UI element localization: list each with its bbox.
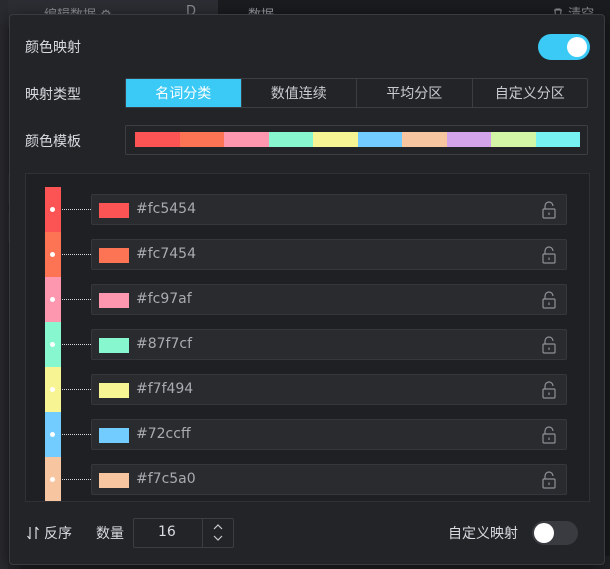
mapping-type-continuous[interactable]: 数值连续 [240, 79, 357, 107]
color-swatch[interactable] [99, 383, 129, 398]
stack-handle-dot[interactable] [50, 477, 55, 482]
chevron-up-icon[interactable] [213, 523, 223, 530]
custom-mapping-toggle[interactable] [532, 521, 578, 545]
lock-icon[interactable] [541, 336, 557, 354]
mapping-type-label: 映射类型 [25, 87, 81, 103]
color-row[interactable]: #f7c5a0 [91, 464, 567, 495]
mapping-type-equal-partition[interactable]: 平均分区 [356, 79, 472, 107]
color-hex-value[interactable]: #72ccff [136, 426, 191, 442]
bottom-toolbar: 反序 数量 16 自定义映射 [10, 515, 604, 555]
toggle-knob [567, 37, 587, 57]
background-separator [0, 0, 8, 569]
color-row[interactable]: #fc7454 [91, 239, 567, 270]
color-mapping-label: 颜色映射 [25, 40, 81, 56]
color-hex-value[interactable]: #f7c5a0 [136, 471, 196, 487]
connector-line [62, 389, 91, 390]
color-hex-value[interactable]: #f7f494 [136, 381, 193, 397]
lock-icon[interactable] [541, 381, 557, 399]
template-color-chip [402, 132, 447, 147]
color-row[interactable]: #72ccff [91, 419, 567, 450]
color-row[interactable]: #87f7cf [91, 329, 567, 360]
stack-handle-dot[interactable] [50, 252, 55, 257]
connector-line [62, 344, 91, 345]
color-mapping-toggle[interactable] [538, 34, 590, 60]
toggle-knob [534, 523, 554, 543]
color-hex-value[interactable]: #fc5454 [136, 201, 196, 217]
reverse-label: 反序 [44, 526, 72, 542]
color-swatch[interactable] [99, 203, 129, 218]
template-color-chip [446, 132, 491, 147]
stack-handle-dot[interactable] [50, 342, 55, 347]
mapping-type-custom-partition[interactable]: 自定义分区 [471, 79, 588, 107]
stack-handle-dot[interactable] [50, 432, 55, 437]
template-color-chip [268, 132, 313, 147]
color-stack-segment [45, 457, 61, 501]
color-stack-bar [45, 187, 61, 501]
color-list: #fc5454 #fc7454 #fc97af #87f7cf #f7f494 #72cc… [25, 173, 590, 502]
mapping-type-nominal[interactable]: 名词分类 [126, 79, 241, 107]
template-color-chip [224, 132, 269, 147]
count-value: 16 [158, 524, 176, 540]
lock-icon[interactable] [541, 426, 557, 444]
color-mapping-panel: 颜色映射 映射类型 名词分类 数值连续 平均分区 自定义分区 颜色模板 #fc5… [9, 14, 605, 565]
connector-line [62, 299, 91, 300]
template-color-chip [491, 132, 536, 147]
color-stack-segment [45, 277, 61, 322]
lock-icon[interactable] [541, 246, 557, 264]
color-swatch[interactable] [99, 473, 129, 488]
connector-line [62, 434, 91, 435]
lock-icon[interactable] [541, 471, 557, 489]
template-color-chip [357, 132, 402, 147]
stack-handle-dot[interactable] [50, 207, 55, 212]
color-swatch[interactable] [99, 428, 129, 443]
connector-line [62, 209, 91, 210]
color-stack-segment [45, 232, 61, 277]
color-template-strip [135, 132, 580, 147]
color-stack-segment [45, 322, 61, 367]
template-color-chip [313, 132, 358, 147]
custom-mapping-label: 自定义映射 [448, 526, 518, 542]
template-color-chip [535, 132, 580, 147]
color-template-label: 颜色模板 [25, 134, 81, 150]
color-row[interactable]: #fc97af [91, 284, 567, 315]
mapping-type-segmented-control: 名词分类 数值连续 平均分区 自定义分区 [125, 78, 588, 108]
reverse-button[interactable]: 反序 [26, 523, 72, 543]
connector-line [62, 479, 91, 480]
color-row[interactable]: #fc5454 [91, 194, 567, 225]
sort-arrows-icon [27, 526, 39, 540]
color-hex-value[interactable]: #fc97af [136, 291, 192, 307]
stepper-controls [202, 519, 233, 547]
lock-icon[interactable] [541, 291, 557, 309]
color-row[interactable]: #f7f494 [91, 374, 567, 405]
template-color-chip [179, 132, 224, 147]
stack-handle-dot[interactable] [50, 297, 55, 302]
color-template-select[interactable] [125, 125, 588, 155]
template-color-chip [135, 132, 180, 147]
color-stack-segment [45, 412, 61, 457]
count-stepper[interactable]: 16 [133, 518, 234, 548]
color-swatch[interactable] [99, 248, 129, 263]
color-swatch[interactable] [99, 338, 129, 353]
color-stack-segment [45, 367, 61, 412]
color-swatch[interactable] [99, 293, 129, 308]
color-hex-value[interactable]: #fc7454 [136, 246, 196, 262]
lock-icon[interactable] [541, 201, 557, 219]
color-stack-segment [45, 187, 61, 232]
stack-handle-dot[interactable] [50, 387, 55, 392]
count-label: 数量 [96, 526, 124, 542]
color-hex-value[interactable]: #87f7cf [136, 336, 192, 352]
connector-line [62, 254, 91, 255]
chevron-down-icon[interactable] [213, 535, 223, 542]
